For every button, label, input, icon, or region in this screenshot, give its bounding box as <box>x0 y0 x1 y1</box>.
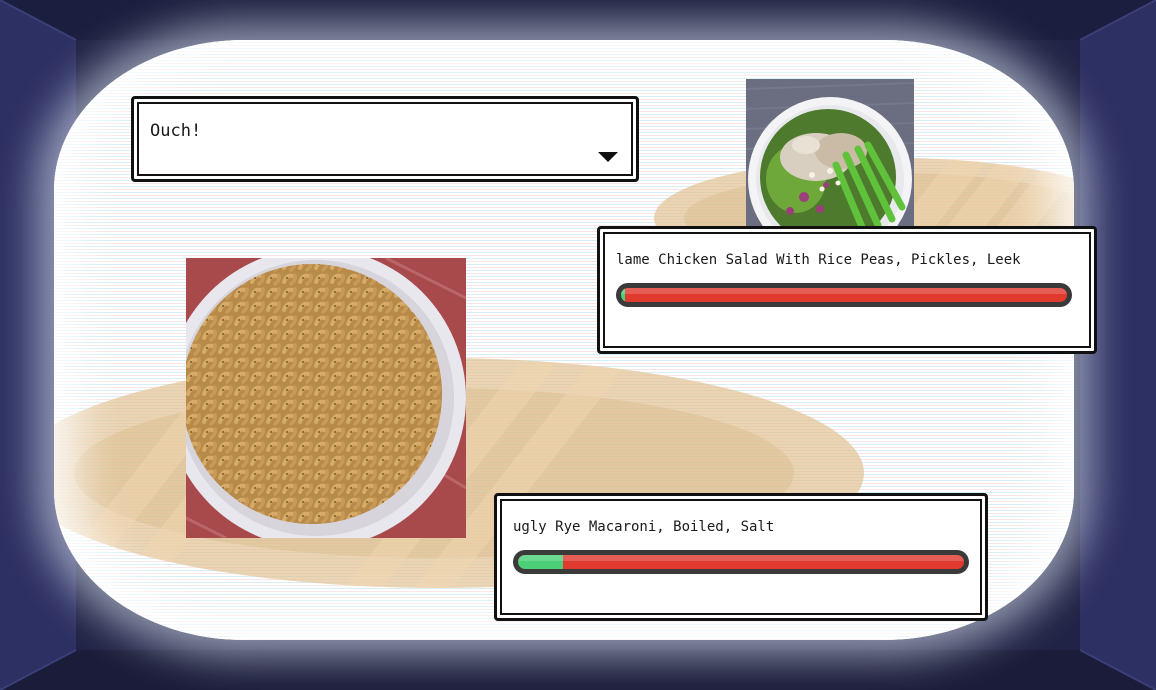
player-status-panel: ugly Rye Macaroni, Boiled, Salt <box>494 493 988 621</box>
player-name: ugly Rye Macaroni, Boiled, Salt <box>513 519 775 535</box>
dialog-box[interactable]: Ouch! <box>131 96 639 182</box>
battle-scene: Ouch! lame Chicken Salad With Rice Peas,… <box>0 0 1156 690</box>
dialog-message: Ouch! <box>150 121 202 141</box>
enemy-status-panel: lame Chicken Salad With Rice Peas, Pickl… <box>597 226 1097 354</box>
triangle-down-icon[interactable] <box>598 152 618 162</box>
enemy-name: lame Chicken Salad With Rice Peas, Pickl… <box>616 252 1021 268</box>
enemy-hp-bar <box>616 283 1072 307</box>
player-sprite-macaroni <box>186 258 466 538</box>
player-hp-lost <box>518 555 964 569</box>
player-hp-bar <box>513 550 969 574</box>
enemy-hp-lost <box>621 288 1067 302</box>
enemy-sprite-salad <box>746 79 914 227</box>
